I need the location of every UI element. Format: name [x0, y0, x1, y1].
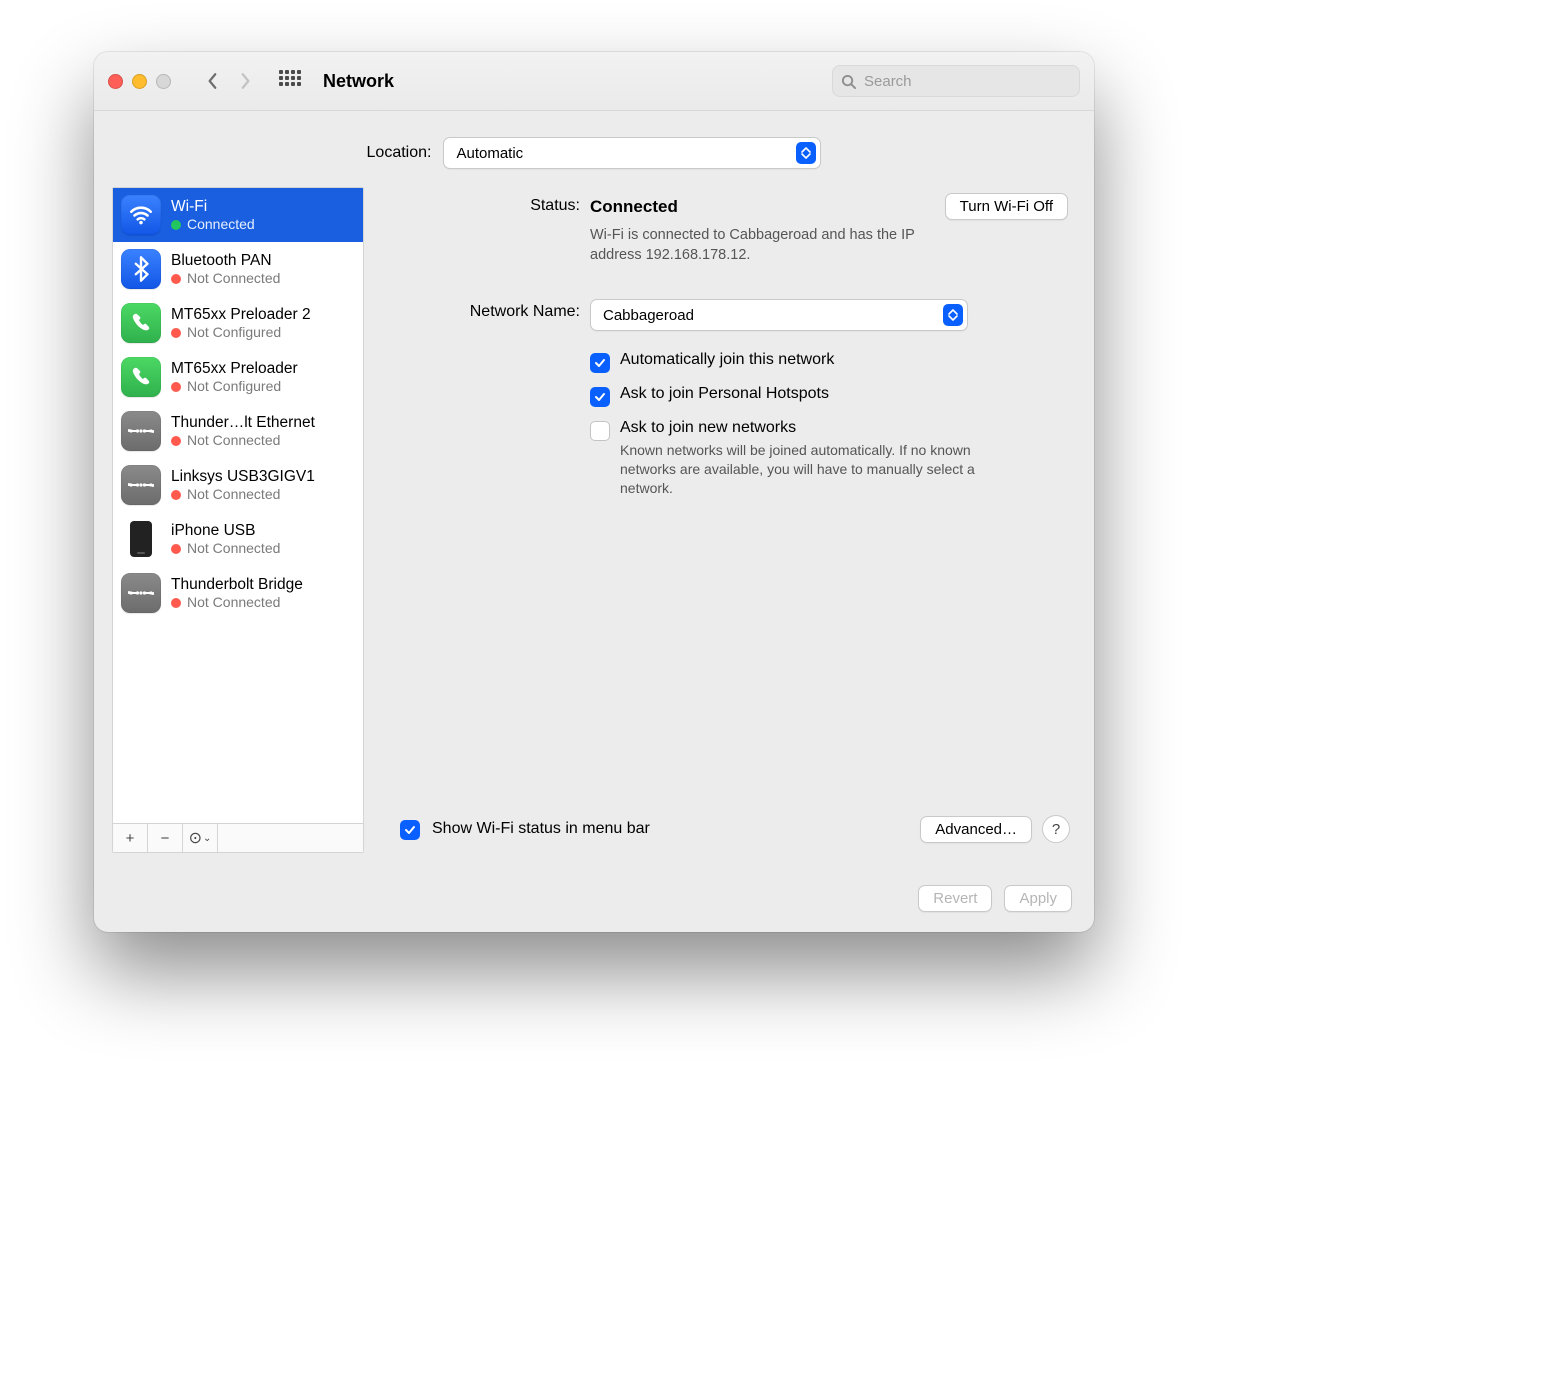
network-prefs-window: Network Location: Automatic Wi-FiConnect… [94, 52, 1094, 932]
search-icon [841, 74, 856, 89]
sidebar-item-wi-fi[interactable]: Wi-FiConnected [113, 188, 363, 242]
bt-icon [121, 249, 161, 289]
sidebar-footer: + − ⊙⌄ [113, 823, 363, 852]
phone-icon [121, 357, 161, 397]
interface-name: iPhone USB [171, 521, 280, 540]
sidebar-item-thunder-lt-ethernet[interactable]: Thunder…lt EthernetNot Connected [113, 404, 363, 458]
remove-interface-button[interactable]: − [148, 824, 183, 852]
location-label: Location: [367, 144, 432, 162]
interface-name: MT65xx Preloader 2 [171, 305, 311, 324]
sidebar-item-iphone-usb[interactable]: iPhone USBNot Connected [113, 512, 363, 566]
status-dot-icon [171, 382, 181, 392]
interface-name: MT65xx Preloader [171, 359, 298, 378]
ask-hotspot-checkbox[interactable] [590, 387, 610, 407]
auto-join-label: Automatically join this network [620, 351, 834, 369]
apply-button: Apply [1004, 885, 1072, 912]
interface-name: Bluetooth PAN [171, 251, 280, 270]
zoom-window-button [156, 74, 171, 89]
sidebar-item-thunderbolt-bridge[interactable]: Thunderbolt BridgeNot Connected [113, 566, 363, 620]
ask-new-row: Ask to join new networks Known networks … [590, 413, 1068, 504]
window-controls [108, 74, 171, 89]
forward-button [231, 67, 259, 95]
interface-status: Not Connected [171, 594, 303, 612]
add-interface-button[interactable]: + [113, 824, 148, 852]
interface-status: Not Connected [171, 486, 315, 504]
sidebar-item-bluetooth-pan[interactable]: Bluetooth PANNot Connected [113, 242, 363, 296]
interface-status: Not Connected [171, 432, 315, 450]
ask-new-checkbox[interactable] [590, 421, 610, 441]
back-button[interactable] [199, 67, 227, 95]
interface-sidebar: Wi-FiConnectedBluetooth PANNot Connected… [112, 187, 364, 853]
iphone-icon [121, 519, 161, 559]
status-label: Status: [380, 193, 590, 215]
toggle-wifi-button[interactable]: Turn Wi-Fi Off [945, 193, 1068, 220]
select-stepper-icon [796, 142, 816, 164]
interface-status: Not Configured [171, 378, 298, 396]
status-dot-icon [171, 436, 181, 446]
status-dot-icon [171, 220, 181, 230]
eth-icon [121, 465, 161, 505]
interface-status: Not Connected [171, 540, 280, 558]
ask-hotspot-row: Ask to join Personal Hotspots [590, 379, 1068, 413]
auto-join-row: Automatically join this network [590, 345, 1068, 379]
interface-actions-button[interactable]: ⊙⌄ [183, 824, 218, 852]
network-name-select[interactable]: Cabbageroad [590, 299, 968, 331]
nav-buttons [199, 67, 259, 95]
interface-status: Not Configured [171, 324, 311, 342]
minimize-window-button[interactable] [132, 74, 147, 89]
show-all-icon[interactable] [279, 70, 301, 92]
status-dot-icon [171, 598, 181, 608]
network-name-value: Cabbageroad [603, 307, 933, 324]
interface-status: Not Connected [171, 270, 280, 288]
status-value: Connected [590, 197, 678, 217]
close-window-button[interactable] [108, 74, 123, 89]
ask-new-hint: Known networks will be joined automatica… [620, 441, 980, 498]
window-toolbar: Network [94, 52, 1094, 111]
eth-icon [121, 411, 161, 451]
show-status-label: Show Wi-Fi status in menu bar [432, 820, 650, 838]
sidebar-item-mt65xx-preloader[interactable]: MT65xx PreloaderNot Configured [113, 350, 363, 404]
sidebar-item-mt65xx-preloader-2[interactable]: MT65xx Preloader 2Not Configured [113, 296, 363, 350]
status-dot-icon [171, 544, 181, 554]
location-select[interactable]: Automatic [443, 137, 821, 169]
sidebar-item-linksys-usb3gigv1[interactable]: Linksys USB3GIGV1Not Connected [113, 458, 363, 512]
interface-name: Linksys USB3GIGV1 [171, 467, 315, 486]
help-button[interactable]: ? [1042, 815, 1070, 843]
search-input[interactable] [862, 72, 1071, 91]
wifi-icon [121, 195, 161, 235]
interface-status: Connected [171, 216, 255, 234]
search-field[interactable] [832, 65, 1080, 97]
status-dot-icon [171, 328, 181, 338]
eth-icon [121, 573, 161, 613]
location-row: Location: Automatic [94, 111, 1094, 187]
phone-icon [121, 303, 161, 343]
advanced-button[interactable]: Advanced… [920, 816, 1032, 843]
interface-list: Wi-FiConnectedBluetooth PANNot Connected… [113, 188, 363, 823]
auto-join-checkbox[interactable] [590, 353, 610, 373]
detail-panel: Status: Connected Turn Wi-Fi Off Wi-Fi i… [380, 187, 1076, 853]
interface-name: Wi-Fi [171, 197, 255, 216]
ask-hotspot-label: Ask to join Personal Hotspots [620, 385, 829, 403]
window-footer: Revert Apply [94, 869, 1094, 932]
interface-name: Thunderbolt Bridge [171, 575, 303, 594]
window-title: Network [323, 71, 394, 92]
status-dot-icon [171, 274, 181, 284]
show-status-checkbox[interactable] [400, 820, 420, 840]
interface-name: Thunder…lt Ethernet [171, 413, 315, 432]
status-dot-icon [171, 490, 181, 500]
select-stepper-icon [943, 304, 963, 326]
status-description: Wi-Fi is connected to Cabbageroad and ha… [590, 226, 970, 265]
ask-new-label: Ask to join new networks [620, 419, 980, 437]
network-name-label: Network Name: [380, 299, 590, 321]
location-value: Automatic [456, 145, 786, 162]
revert-button: Revert [918, 885, 992, 912]
